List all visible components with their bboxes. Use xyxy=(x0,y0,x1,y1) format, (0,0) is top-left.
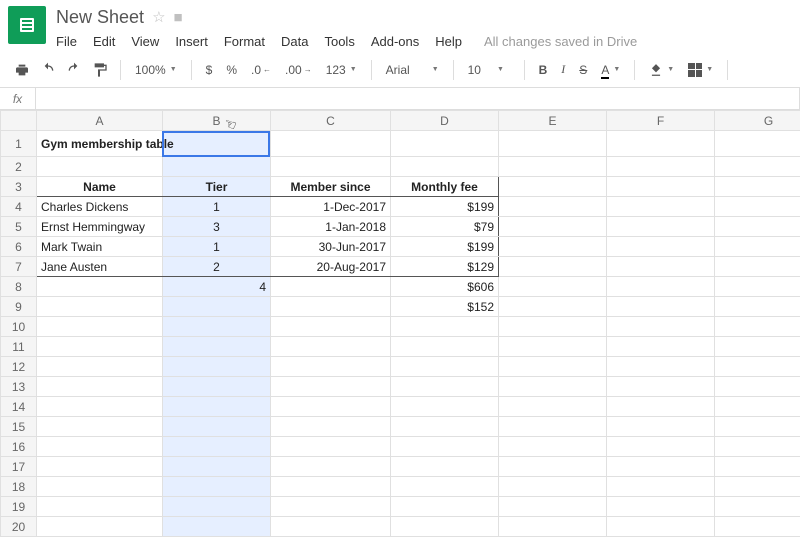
menu-format[interactable]: Format xyxy=(224,34,265,49)
row-header[interactable]: 19 xyxy=(1,497,37,517)
row-header[interactable]: 13 xyxy=(1,377,37,397)
row-header[interactable]: 5 xyxy=(1,217,37,237)
print-icon[interactable] xyxy=(12,60,32,80)
col-header-b[interactable]: B xyxy=(163,111,271,131)
undo-icon[interactable] xyxy=(38,60,58,80)
app-header: New Sheet ☆ ■ File Edit View Insert Form… xyxy=(0,0,800,52)
cell-a5[interactable]: Ernst Hemmingway xyxy=(37,217,163,237)
cell-b3[interactable]: Tier xyxy=(163,177,271,197)
italic-button[interactable]: I xyxy=(557,62,569,77)
sheets-icon xyxy=(15,13,39,37)
row-header[interactable]: 1 xyxy=(1,131,37,157)
cell-d6[interactable]: $199 xyxy=(391,237,499,257)
cell-a4[interactable]: Charles Dickens xyxy=(37,197,163,217)
toolbar: 100%▼ $ % .0← .00→ 123▼ Arial▼ 10▼ B I S… xyxy=(0,52,800,88)
strikethrough-button[interactable]: S xyxy=(575,63,591,77)
col-header-d[interactable]: D xyxy=(391,111,499,131)
cell-d3[interactable]: Monthly fee xyxy=(391,177,499,197)
row-header[interactable]: 2 xyxy=(1,157,37,177)
menu-insert[interactable]: Insert xyxy=(175,34,208,49)
fill-color-button[interactable]: ▼ xyxy=(645,63,678,77)
decrease-decimal-button[interactable]: .0← xyxy=(247,63,275,77)
cell-c3[interactable]: Member since xyxy=(271,177,391,197)
cell-b8[interactable]: 4 xyxy=(163,277,271,297)
row-header[interactable]: 16 xyxy=(1,437,37,457)
row-header[interactable]: 7 xyxy=(1,257,37,277)
cell-c7[interactable]: 20-Aug-2017 xyxy=(271,257,391,277)
formula-input[interactable] xyxy=(36,88,800,109)
col-header-g[interactable]: G xyxy=(715,111,800,131)
row-header[interactable]: 12 xyxy=(1,357,37,377)
increase-decimal-button[interactable]: .00→ xyxy=(281,63,316,77)
borders-button[interactable]: ▼ xyxy=(684,63,717,77)
cell-b7[interactable]: 2 xyxy=(163,257,271,277)
zoom-select[interactable]: 100%▼ xyxy=(131,63,181,77)
menu-bar: File Edit View Insert Format Data Tools … xyxy=(56,30,792,52)
cell-d4[interactable]: $199 xyxy=(391,197,499,217)
menu-file[interactable]: File xyxy=(56,34,77,49)
row-header[interactable]: 9 xyxy=(1,297,37,317)
col-header-a[interactable]: A xyxy=(37,111,163,131)
cell-a7[interactable]: Jane Austen xyxy=(37,257,163,277)
row-header[interactable]: 15 xyxy=(1,417,37,437)
star-icon[interactable]: ☆ xyxy=(152,8,165,26)
col-header-c[interactable]: C xyxy=(271,111,391,131)
save-status: All changes saved in Drive xyxy=(484,34,637,49)
cell-c4[interactable]: 1-Dec-2017 xyxy=(271,197,391,217)
sheets-logo xyxy=(8,6,46,44)
cell-c6[interactable]: 30-Jun-2017 xyxy=(271,237,391,257)
row-header[interactable]: 8 xyxy=(1,277,37,297)
cell-a6[interactable]: Mark Twain xyxy=(37,237,163,257)
row-header[interactable]: 18 xyxy=(1,477,37,497)
row-header[interactable]: 20 xyxy=(1,517,37,537)
row-header[interactable]: 11 xyxy=(1,337,37,357)
menu-help[interactable]: Help xyxy=(435,34,462,49)
row-header[interactable]: 4 xyxy=(1,197,37,217)
cell-d8[interactable]: $606 xyxy=(391,277,499,297)
cell-b1[interactable] xyxy=(163,131,271,157)
cell-b6[interactable]: 1 xyxy=(163,237,271,257)
font-size-select[interactable]: 10▼ xyxy=(464,63,514,77)
cell-d5[interactable]: $79 xyxy=(391,217,499,237)
cell-d9[interactable]: $152 xyxy=(391,297,499,317)
row-header[interactable]: 3 xyxy=(1,177,37,197)
menu-edit[interactable]: Edit xyxy=(93,34,115,49)
paint-format-icon[interactable] xyxy=(90,60,110,80)
cell-b4[interactable]: 1 xyxy=(163,197,271,217)
number-format-select[interactable]: 123▼ xyxy=(322,63,361,77)
select-all-corner[interactable] xyxy=(1,111,37,131)
menu-addons[interactable]: Add-ons xyxy=(371,34,419,49)
cell-c5[interactable]: 1-Jan-2018 xyxy=(271,217,391,237)
percent-button[interactable]: % xyxy=(222,63,241,77)
row-header[interactable]: 10 xyxy=(1,317,37,337)
row-header[interactable]: 14 xyxy=(1,397,37,417)
cell-b5[interactable]: 3 xyxy=(163,217,271,237)
currency-button[interactable]: $ xyxy=(202,63,217,77)
cell-a3[interactable]: Name xyxy=(37,177,163,197)
cell-a1[interactable]: Gym membership table xyxy=(37,131,163,157)
redo-icon[interactable] xyxy=(64,60,84,80)
row-header[interactable]: 17 xyxy=(1,457,37,477)
col-header-f[interactable]: F xyxy=(607,111,715,131)
menu-data[interactable]: Data xyxy=(281,34,308,49)
fx-label: fx xyxy=(0,88,36,109)
font-family-select[interactable]: Arial▼ xyxy=(382,63,443,77)
cell-d7[interactable]: $129 xyxy=(391,257,499,277)
bold-button[interactable]: B xyxy=(535,63,552,77)
doc-title[interactable]: New Sheet xyxy=(56,7,144,28)
menu-tools[interactable]: Tools xyxy=(324,34,354,49)
folder-icon[interactable]: ■ xyxy=(174,9,183,26)
col-header-e[interactable]: E xyxy=(499,111,607,131)
spreadsheet-grid[interactable]: A B C D E F G 1 Gym membership table 2 3… xyxy=(0,110,800,537)
formula-bar[interactable]: fx xyxy=(0,88,800,110)
text-color-button[interactable]: A▼ xyxy=(597,63,624,77)
menu-view[interactable]: View xyxy=(131,34,159,49)
row-header[interactable]: 6 xyxy=(1,237,37,257)
